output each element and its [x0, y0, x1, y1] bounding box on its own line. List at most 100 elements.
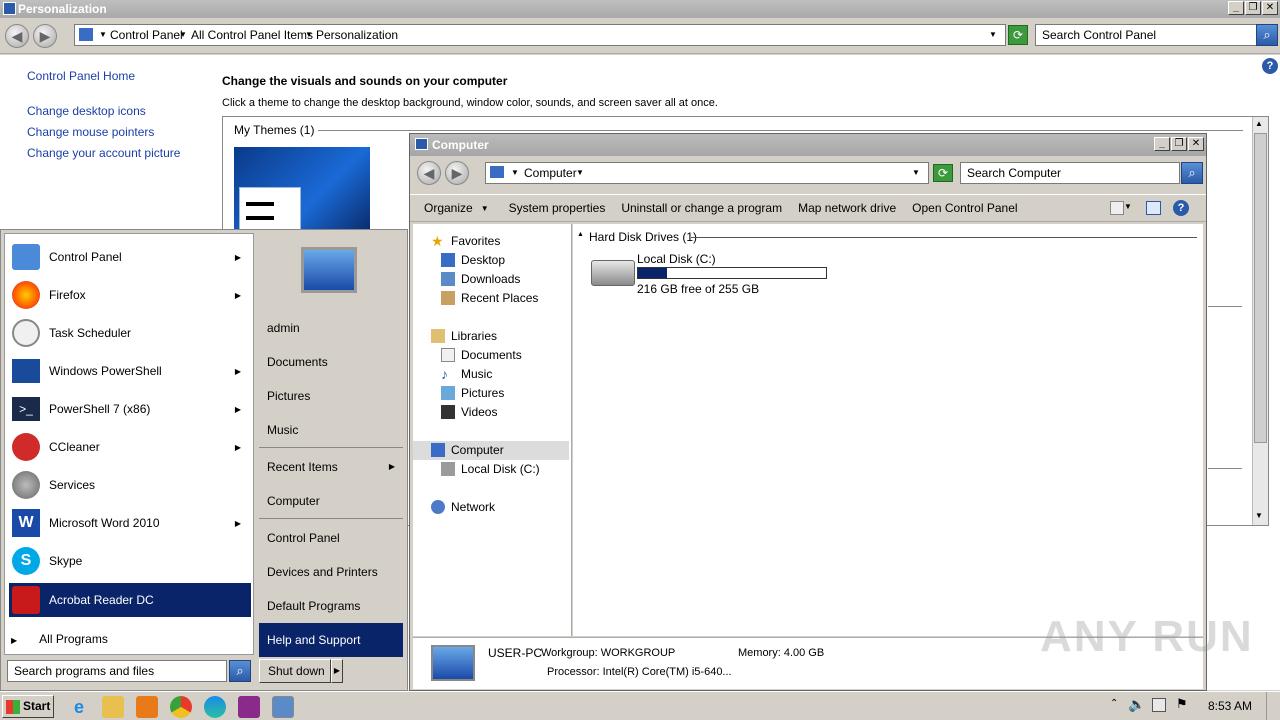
- nav-recent-places[interactable]: Recent Places: [441, 289, 538, 307]
- explorer-search-icon[interactable]: ⌕: [1181, 162, 1203, 184]
- edge-icon[interactable]: [204, 696, 226, 718]
- nav-favorites[interactable]: ★ Favorites: [431, 232, 500, 250]
- start-recent-items[interactable]: Recent Items ▶: [259, 450, 403, 484]
- address-dropdown-icon[interactable]: ▼: [912, 163, 920, 183]
- cp-search-input[interactable]: Search Control Panel: [1035, 24, 1257, 46]
- change-account-picture-link[interactable]: Change your account picture: [27, 146, 180, 160]
- program-services[interactable]: Services: [9, 468, 249, 502]
- nav-computer[interactable]: Computer: [431, 441, 504, 459]
- nav-desktop[interactable]: Desktop: [441, 251, 505, 269]
- scroll-thumb[interactable]: [1254, 133, 1267, 443]
- explorer-icon[interactable]: [102, 696, 124, 718]
- winrar-icon[interactable]: [238, 696, 260, 718]
- program-skype[interactable]: S Skype: [9, 544, 249, 578]
- start-pictures[interactable]: Pictures: [259, 379, 403, 413]
- cp-scrollbar[interactable]: ▲ ▼: [1252, 117, 1268, 525]
- explorer-close-button[interactable]: ✕: [1188, 137, 1204, 151]
- nav-local-disk[interactable]: Local Disk (C:): [441, 460, 540, 478]
- explorer-forward-button[interactable]: ▶: [445, 161, 469, 185]
- start-search-input[interactable]: Search programs and files: [7, 660, 227, 682]
- refresh-button[interactable]: ⟳: [1008, 25, 1028, 45]
- start-computer[interactable]: Computer: [259, 484, 403, 518]
- show-desktop-button[interactable]: [1266, 692, 1280, 720]
- change-desktop-icons-link[interactable]: Change desktop icons: [27, 104, 146, 118]
- program-firefox[interactable]: Firefox ▶: [9, 278, 249, 312]
- close-button[interactable]: ✕: [1262, 1, 1278, 15]
- clock[interactable]: 8:53 AM: [1208, 699, 1252, 713]
- submenu-arrow-icon: ▶: [234, 518, 241, 528]
- explorer-back-button[interactable]: ◀: [417, 161, 441, 185]
- view-dropdown-icon[interactable]: ▼: [1124, 202, 1132, 211]
- map-network-drive-button[interactable]: Map network drive: [798, 201, 896, 215]
- scroll-down-icon[interactable]: ▼: [1255, 511, 1263, 520]
- nav-pictures[interactable]: Pictures: [441, 384, 504, 402]
- view-options-icon[interactable]: [1110, 201, 1124, 215]
- program-label: Acrobat Reader DC: [49, 593, 154, 607]
- breadcrumb-personalization[interactable]: Personalization: [316, 25, 398, 45]
- breadcrumb-all-items[interactable]: All Control Panel Items: [191, 25, 313, 45]
- local-disk-item[interactable]: Local Disk (C:) 216 GB free of 255 GB: [587, 252, 837, 296]
- media-player-icon[interactable]: [136, 696, 158, 718]
- minimize-button[interactable]: _: [1228, 1, 1244, 15]
- address-dropdown-icon[interactable]: ▼: [989, 25, 997, 45]
- preview-pane-icon[interactable]: [1146, 201, 1161, 215]
- help-icon[interactable]: ?: [1262, 58, 1278, 74]
- volume-icon[interactable]: 🔈: [1128, 696, 1145, 713]
- shutdown-options-button[interactable]: ▶: [331, 659, 343, 683]
- start-music[interactable]: Music: [259, 413, 403, 447]
- start-default-programs[interactable]: Default Programs: [259, 589, 403, 623]
- uninstall-program-button[interactable]: Uninstall or change a program: [621, 201, 782, 215]
- back-button[interactable]: ◀: [5, 24, 29, 48]
- organize-button[interactable]: Organize: [424, 201, 473, 215]
- breadcrumb-control-panel[interactable]: Control Panel: [110, 25, 183, 45]
- all-programs[interactable]: ▶ All Programs: [11, 632, 108, 646]
- nav-videos[interactable]: Videos: [441, 403, 497, 421]
- tray-expand-icon[interactable]: ⌃: [1110, 698, 1118, 709]
- nav-downloads[interactable]: Downloads: [441, 270, 520, 288]
- nav-music[interactable]: ♪ Music: [441, 365, 492, 383]
- nav-documents[interactable]: Documents: [441, 346, 522, 364]
- start-documents[interactable]: Documents: [259, 345, 403, 379]
- nav-libraries[interactable]: Libraries: [431, 327, 497, 345]
- scroll-up-icon[interactable]: ▲: [1255, 119, 1263, 128]
- program-ccleaner[interactable]: CCleaner ▶: [9, 430, 249, 464]
- organize-dropdown-icon[interactable]: ▼: [481, 204, 489, 213]
- start-help-support[interactable]: Help and Support: [259, 623, 403, 657]
- remote-desktop-icon[interactable]: [272, 696, 294, 718]
- explorer-minimize-button[interactable]: _: [1154, 137, 1170, 151]
- system-properties-button[interactable]: System properties: [509, 201, 606, 215]
- explorer-refresh-button[interactable]: ⟳: [933, 164, 953, 182]
- start-search-icon[interactable]: ⌕: [229, 660, 251, 682]
- search-icon[interactable]: ⌕: [1256, 24, 1278, 46]
- nav-network[interactable]: Network: [431, 498, 495, 516]
- help-icon[interactable]: ?: [1173, 200, 1189, 216]
- forward-button[interactable]: ▶: [33, 24, 57, 48]
- group-collapse-icon[interactable]: ▲: [577, 231, 584, 238]
- explorer-search-input[interactable]: Search Computer: [960, 162, 1180, 184]
- program-task-scheduler[interactable]: Task Scheduler: [9, 316, 249, 350]
- action-center-icon[interactable]: ⚑: [1176, 696, 1188, 712]
- open-control-panel-button[interactable]: Open Control Panel: [912, 201, 1017, 215]
- maximize-button[interactable]: ❐: [1245, 1, 1261, 15]
- start-button[interactable]: Start: [2, 695, 54, 718]
- address-bar[interactable]: ▼ Control Panel ▼ All Control Panel Item…: [74, 24, 1006, 46]
- shutdown-button[interactable]: Shut down: [259, 659, 331, 683]
- program-windows-powershell[interactable]: Windows PowerShell ▶: [9, 354, 249, 388]
- ie-icon[interactable]: e: [68, 696, 90, 718]
- explorer-maximize-button[interactable]: ❐: [1171, 137, 1187, 151]
- program-control-panel[interactable]: Control Panel ▶: [9, 240, 249, 274]
- group-header[interactable]: Hard Disk Drives (1): [589, 230, 697, 244]
- start-admin[interactable]: admin: [259, 311, 403, 345]
- program-acrobat-reader[interactable]: Acrobat Reader DC: [9, 583, 251, 617]
- explorer-address-computer[interactable]: Computer: [524, 163, 577, 183]
- start-devices-printers[interactable]: Devices and Printers: [259, 555, 403, 589]
- start-control-panel[interactable]: Control Panel: [259, 521, 403, 555]
- network-tray-icon[interactable]: [1152, 698, 1166, 712]
- program-powershell-7[interactable]: >_ PowerShell 7 (x86) ▶: [9, 392, 249, 426]
- program-word-2010[interactable]: W Microsoft Word 2010 ▶: [9, 506, 249, 540]
- explorer-address-bar[interactable]: ▼ Computer ▼ ▼: [485, 162, 929, 184]
- control-panel-home-link[interactable]: Control Panel Home: [27, 69, 135, 83]
- change-mouse-pointers-link[interactable]: Change mouse pointers: [27, 125, 154, 139]
- theme-thumbnail[interactable]: [234, 147, 370, 233]
- chrome-icon[interactable]: [170, 696, 192, 718]
